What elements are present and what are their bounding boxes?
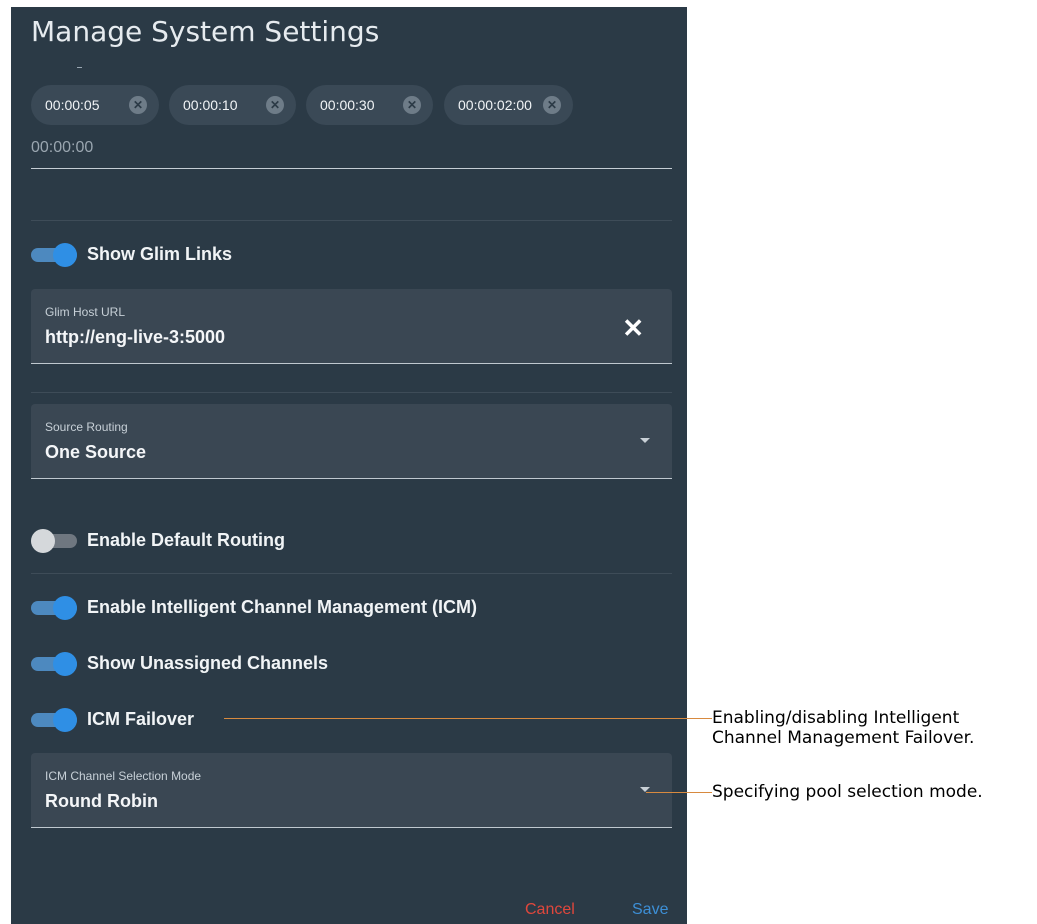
- toggle-thumb: [53, 596, 77, 620]
- save-button[interactable]: Save: [632, 901, 668, 919]
- chevron-down-icon: [640, 438, 650, 443]
- dialog-title: Manage System Settings: [31, 15, 380, 48]
- icm-selection-mode-value: Round Robin: [45, 791, 158, 811]
- remove-chip-icon[interactable]: ✕: [266, 96, 284, 114]
- failover-callout-line1: Enabling/disabling Intelligent: [712, 708, 960, 728]
- show-unassigned-channels-label: Show Unassigned Channels: [87, 653, 329, 673]
- selection-mode-callout-text: Specifying pool selection mode.: [712, 782, 983, 802]
- time-interval-input[interactable]: 00:00:00: [31, 136, 672, 169]
- chip-label: 00:00:02:00: [458, 97, 532, 113]
- remove-chip-icon[interactable]: ✕: [543, 96, 561, 114]
- glim-host-url-value: http://eng-live-3:5000: [45, 327, 226, 347]
- glim-host-url-field[interactable]: Glim Host URL http://eng-live-3:5000 ✕: [31, 289, 672, 364]
- failover-callout-line: [224, 718, 712, 719]
- failover-callout-line2: Channel Management Failover.: [712, 728, 975, 748]
- divider: [31, 392, 672, 393]
- close-icon[interactable]: ✕: [622, 313, 644, 344]
- cancel-button[interactable]: Cancel: [525, 901, 575, 919]
- divider: [31, 220, 672, 221]
- enable-default-routing-toggle[interactable]: [31, 528, 77, 554]
- toggle-thumb: [53, 243, 77, 267]
- toggle-thumb: [31, 529, 55, 553]
- selection-mode-callout-line: [646, 792, 712, 793]
- source-routing-value: One Source: [45, 442, 147, 462]
- icm-channel-selection-mode-select[interactable]: ICM Channel Selection Mode Round Robin: [31, 753, 672, 828]
- source-routing-select[interactable]: Source Routing One Source: [31, 404, 672, 479]
- show-glim-links-toggle[interactable]: [31, 242, 77, 268]
- chip-label: 00:00:30: [320, 97, 375, 113]
- time-input-value: 00:00:00: [31, 139, 94, 156]
- time-chip[interactable]: 00:00:05 ✕: [31, 85, 159, 125]
- divider: [31, 573, 672, 574]
- enable-default-routing-label: Enable Default Routing: [87, 530, 285, 550]
- glim-host-url-label: Glim Host URL: [45, 305, 126, 319]
- time-chip[interactable]: 00:00:10 ✕: [169, 85, 296, 125]
- enable-icm-toggle[interactable]: [31, 595, 77, 621]
- source-routing-label: Source Routing: [45, 420, 128, 434]
- icm-selection-mode-label: ICM Channel Selection Mode: [45, 769, 202, 783]
- icm-failover-toggle[interactable]: [31, 707, 77, 733]
- time-chip[interactable]: 00:00:30 ✕: [306, 85, 433, 125]
- show-unassigned-channels-toggle[interactable]: [31, 651, 77, 677]
- show-glim-links-label: Show Glim Links: [87, 244, 233, 264]
- icm-failover-label: ICM Failover: [87, 709, 195, 729]
- settings-dialog: Manage System Settings 00:00:05 ✕ 00:00:…: [11, 7, 687, 924]
- toggle-thumb: [53, 652, 77, 676]
- remove-chip-icon[interactable]: ✕: [403, 96, 421, 114]
- chip-label: 00:00:05: [45, 97, 100, 113]
- remove-chip-icon[interactable]: ✕: [129, 96, 147, 114]
- time-chip[interactable]: 00:00:02:00 ✕: [444, 85, 573, 125]
- chip-label: 00:00:10: [183, 97, 238, 113]
- failover-callout-text: Enabling/disabling Intelligent Channel M…: [712, 708, 974, 748]
- toggle-thumb: [53, 708, 77, 732]
- enable-icm-label: Enable Intelligent Channel Management (I…: [87, 597, 478, 617]
- label-mark: [77, 67, 82, 68]
